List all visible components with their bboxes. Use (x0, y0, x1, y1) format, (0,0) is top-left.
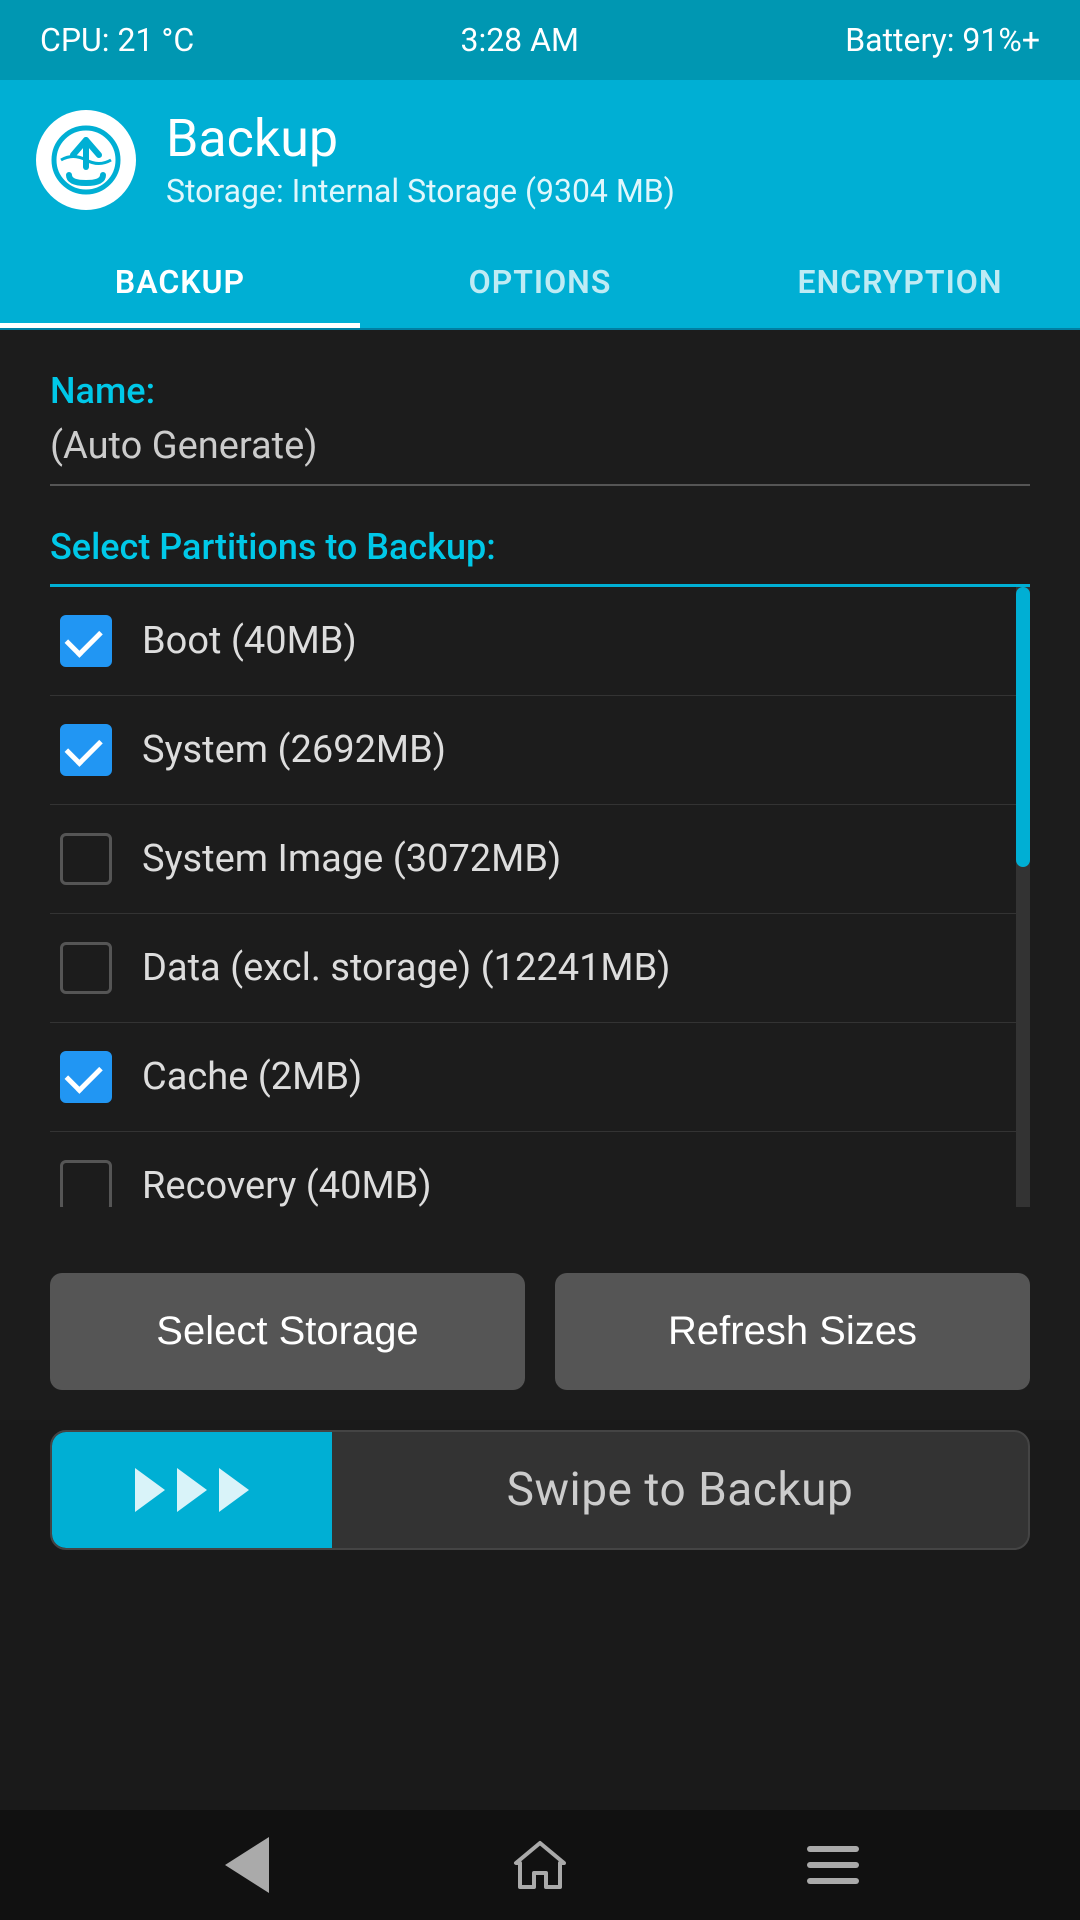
tab-backup[interactable]: BACKUP (0, 240, 360, 328)
tab-bar: BACKUP OPTIONS ENCRYPTION (0, 240, 1080, 330)
storage-subtitle: Storage: Internal Storage (9304 MB) (166, 172, 675, 210)
partition-item-data[interactable]: Data (excl. storage) (12241MB) (50, 914, 1030, 1023)
main-content: Name: (Auto Generate) Select Partitions … (0, 330, 1080, 1237)
app-header: Backup Storage: Internal Storage (9304 M… (0, 80, 1080, 240)
nav-bar (0, 1810, 1080, 1920)
status-bar: CPU: 21 °C 3:28 AM Battery: 91%+ (0, 0, 1080, 80)
checkbox-cache[interactable] (60, 1051, 112, 1103)
cpu-status: CPU: 21 °C (40, 21, 194, 59)
back-icon (225, 1837, 269, 1893)
header-text: Backup Storage: Internal Storage (9304 M… (166, 110, 675, 209)
back-nav-button[interactable] (217, 1835, 277, 1895)
checkbox-boot[interactable] (60, 615, 112, 667)
select-storage-button[interactable]: Select Storage (50, 1273, 525, 1390)
partition-name-system: System (2692MB) (142, 728, 446, 772)
tab-options[interactable]: OPTIONS (360, 240, 720, 328)
partition-item-cache[interactable]: Cache (2MB) (50, 1023, 1030, 1132)
swipe-to-backup[interactable]: Swipe to Backup (50, 1430, 1030, 1550)
swipe-arrow-2 (177, 1468, 207, 1512)
partition-name-system-image: System Image (3072MB) (142, 837, 561, 881)
battery-status: Battery: 91%+ (845, 21, 1040, 59)
checkbox-system-image[interactable] (60, 833, 112, 885)
app-icon (36, 110, 136, 210)
partitions-label: Select Partitions to Backup: (50, 526, 1030, 587)
swipe-arrow-3 (219, 1468, 249, 1512)
home-icon (510, 1835, 570, 1895)
swipe-arrow-1 (135, 1468, 165, 1512)
partition-item-system-image[interactable]: System Image (3072MB) (50, 805, 1030, 914)
button-row: Select Storage Refresh Sizes (0, 1237, 1080, 1420)
home-nav-button[interactable] (510, 1835, 570, 1895)
name-label: Name: (50, 370, 1030, 412)
partition-item-recovery[interactable]: Recovery (40MB) (50, 1132, 1030, 1207)
partition-name-boot: Boot (40MB) (142, 619, 357, 663)
partition-name-cache: Cache (2MB) (142, 1055, 362, 1099)
checkbox-recovery[interactable] (60, 1160, 112, 1207)
app-title: Backup (166, 110, 675, 167)
checkbox-data[interactable] (60, 942, 112, 994)
scrollbar-track (1016, 587, 1030, 1207)
checkbox-system[interactable] (60, 724, 112, 776)
time-status: 3:28 AM (460, 21, 578, 59)
swipe-handle (52, 1432, 332, 1548)
partition-item-system[interactable]: System (2692MB) (50, 696, 1030, 805)
partition-name-recovery: Recovery (40MB) (142, 1164, 432, 1207)
name-value: (Auto Generate) (50, 424, 1030, 486)
menu-icon (807, 1846, 859, 1884)
partition-list: Boot (40MB) System (2692MB) System Image… (50, 587, 1030, 1207)
scrollbar-thumb (1016, 587, 1030, 867)
swipe-text: Swipe to Backup (332, 1463, 1028, 1517)
tab-encryption[interactable]: ENCRYPTION (720, 240, 1080, 328)
refresh-sizes-button[interactable]: Refresh Sizes (555, 1273, 1030, 1390)
partition-item-boot[interactable]: Boot (40MB) (50, 587, 1030, 696)
menu-nav-button[interactable] (803, 1835, 863, 1895)
partition-name-data: Data (excl. storage) (12241MB) (142, 946, 671, 990)
